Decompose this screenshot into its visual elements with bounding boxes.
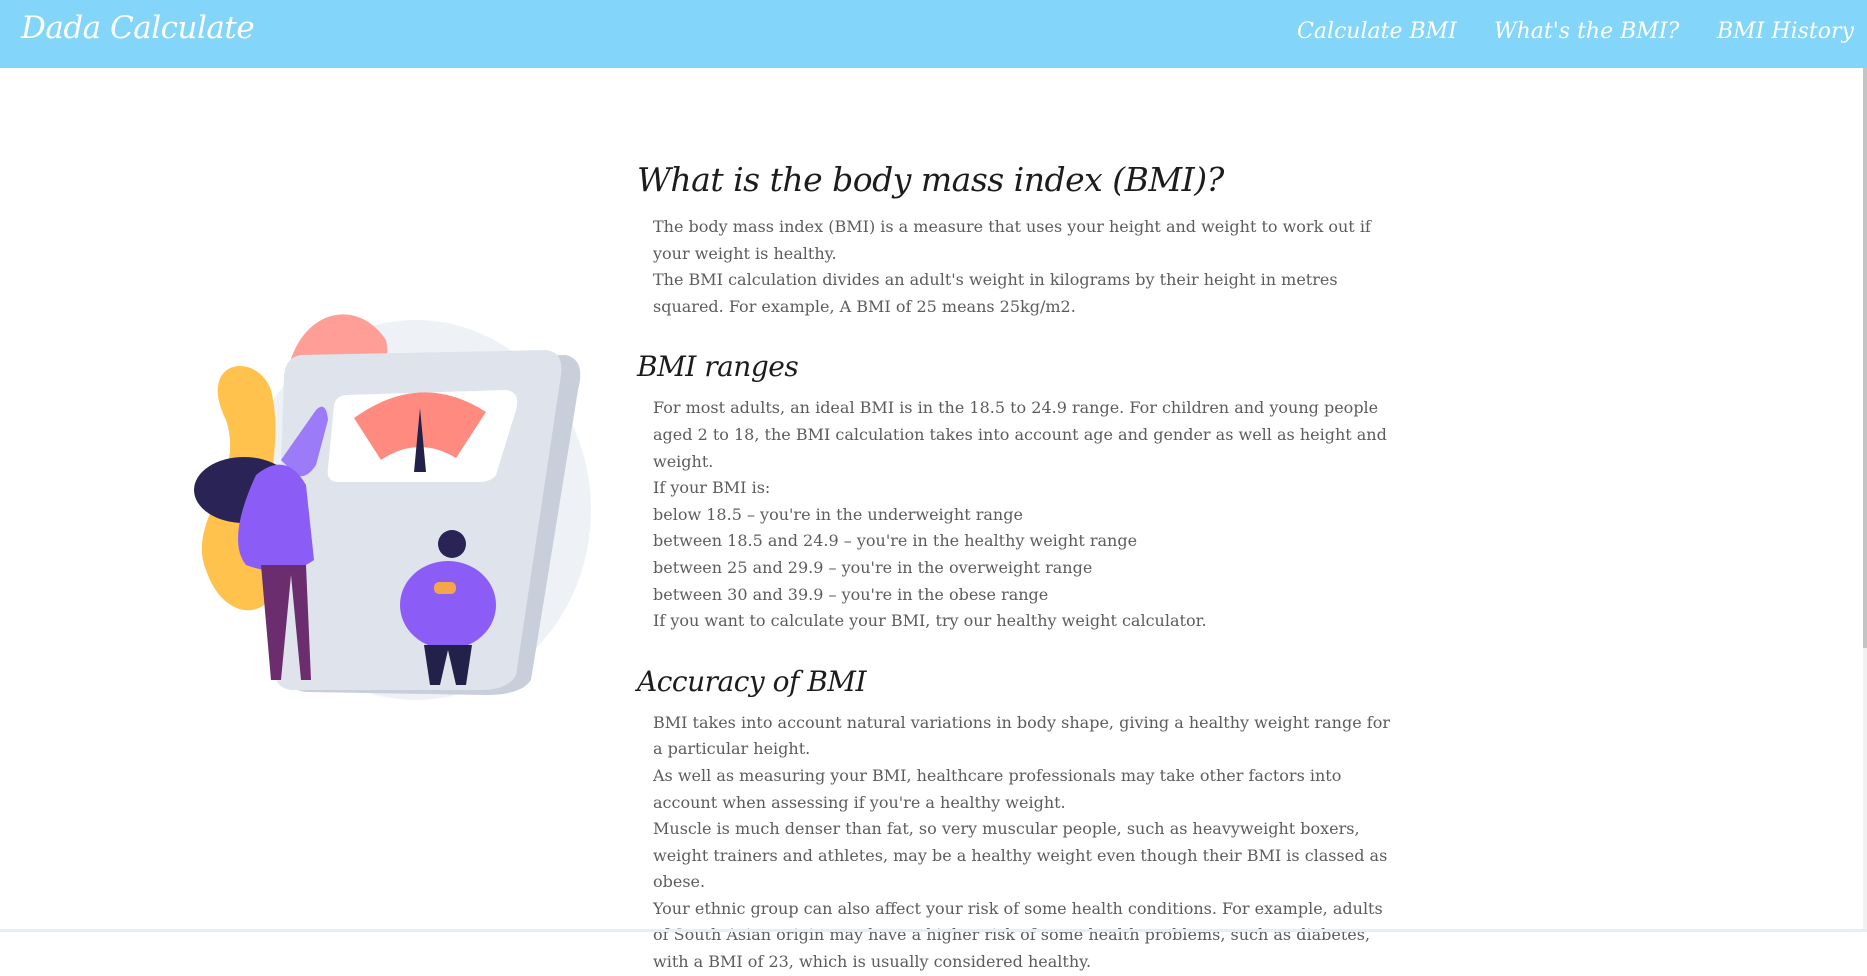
person-head (438, 530, 466, 558)
bmi-info-content: What is the body mass index (BMI)? The b… (637, 150, 1397, 976)
ranges-line: between 18.5 and 24.9 – you're in the he… (653, 531, 1138, 551)
ranges-line: between 25 and 29.9 – you're in the over… (653, 557, 1093, 577)
page-title: What is the body mass index (BMI)? (637, 160, 1224, 199)
brand-logo-link[interactable]: Dada Calculate (21, 10, 255, 46)
section-title-bmi-ranges: BMI ranges (637, 350, 799, 384)
accuracy-line: BMI takes into account natural variation… (653, 712, 1390, 759)
nav-link-calculate-bmi[interactable]: Calculate BMI (1297, 19, 1457, 44)
ranges-paragraph: For most adults, an ideal BMI is in the … (653, 395, 1397, 634)
accuracy-line: Your ethnic group can also affect your r… (653, 898, 1383, 972)
section-title-accuracy: Accuracy of BMI (637, 664, 867, 698)
ranges-line: below 18.5 – you're in the underweight r… (653, 504, 1023, 524)
nav-link-bmi-history[interactable]: BMI History (1717, 19, 1854, 44)
ranges-line: between 30 and 39.9 – you're in the obes… (653, 584, 1049, 604)
ranges-line: If you want to calculate your BMI, try o… (653, 611, 1207, 631)
person-body (400, 561, 496, 649)
accuracy-line: Muscle is much denser than fat, so very … (653, 819, 1388, 892)
ranges-line: For most adults, an ideal BMI is in the … (653, 398, 1387, 471)
woman-and-person-on-weighing-scale-illustration (194, 314, 591, 700)
ranges-line: If your BMI is: (653, 478, 771, 498)
accuracy-paragraph: BMI takes into account natural variation… (653, 710, 1397, 976)
intro-line: The BMI calculation divides an adult's w… (653, 270, 1338, 316)
nav-link-whats-the-bmi[interactable]: What's the BMI? (1494, 19, 1679, 44)
top-navbar: Dada Calculate Calculate BMI What's the … (0, 0, 1867, 68)
person-burger (434, 582, 456, 594)
accuracy-line: As well as measuring your BMI, healthcar… (653, 765, 1342, 812)
intro-paragraph: The body mass index (BMI) is a measure t… (653, 214, 1397, 320)
page-scrollbar-thumb[interactable] (1863, 68, 1867, 648)
bmi-scale-illustration (186, 300, 596, 700)
intro-line: The body mass index (BMI) is a measure t… (653, 217, 1371, 263)
